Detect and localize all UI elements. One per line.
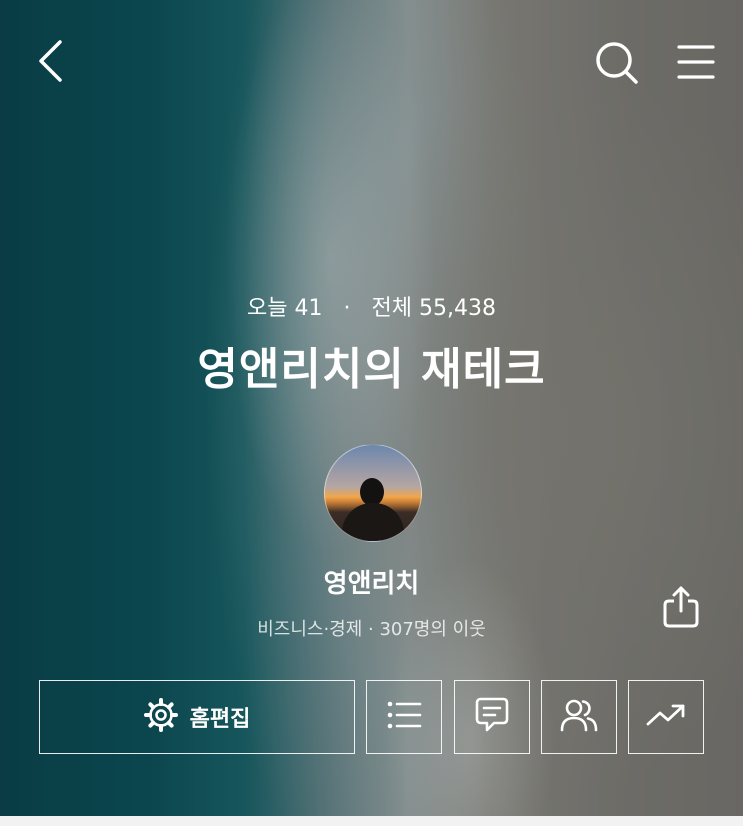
search-icon[interactable] — [594, 40, 640, 86]
stats-separator: · — [343, 296, 351, 321]
stats-button[interactable] — [628, 680, 704, 754]
today-label: 오늘 — [247, 296, 288, 321]
blog-meta: 비즈니스·경제 · 307명의 이웃 — [257, 619, 486, 640]
edit-home-button[interactable]: 홈편집 — [39, 680, 355, 754]
comment-icon — [475, 697, 509, 737]
avatar[interactable] — [324, 444, 422, 542]
people-icon — [560, 698, 598, 736]
neighbors-button[interactable] — [541, 680, 617, 754]
avatar-silhouette-body — [342, 503, 404, 541]
bottom-divider — [0, 816, 743, 826]
back-icon[interactable] — [36, 40, 66, 82]
gear-icon — [143, 698, 178, 736]
post-list-button[interactable] — [366, 680, 442, 754]
menu-icon[interactable] — [677, 44, 715, 80]
guestbook-button[interactable] — [454, 680, 530, 754]
blog-title: 영앤리치의 재테크 — [197, 344, 546, 395]
visitor-stats: 오늘 41 · 전체 55,438 — [0, 290, 743, 322]
avatar-silhouette-head — [360, 478, 384, 506]
total-label: 전체 — [371, 296, 412, 321]
blog-owner-name[interactable]: 영앤리치 — [0, 563, 743, 600]
trending-up-icon — [646, 703, 686, 731]
edit-home-label: 홈편집 — [189, 707, 251, 732]
share-icon[interactable] — [662, 584, 700, 628]
list-icon — [386, 700, 422, 734]
today-count: 41 — [294, 296, 323, 321]
total-count: 55,438 — [418, 296, 496, 321]
blog-cover: 오늘 41 · 전체 55,438 영앤리치의 재테크 영앤리치 비즈니스·경제… — [0, 0, 743, 816]
